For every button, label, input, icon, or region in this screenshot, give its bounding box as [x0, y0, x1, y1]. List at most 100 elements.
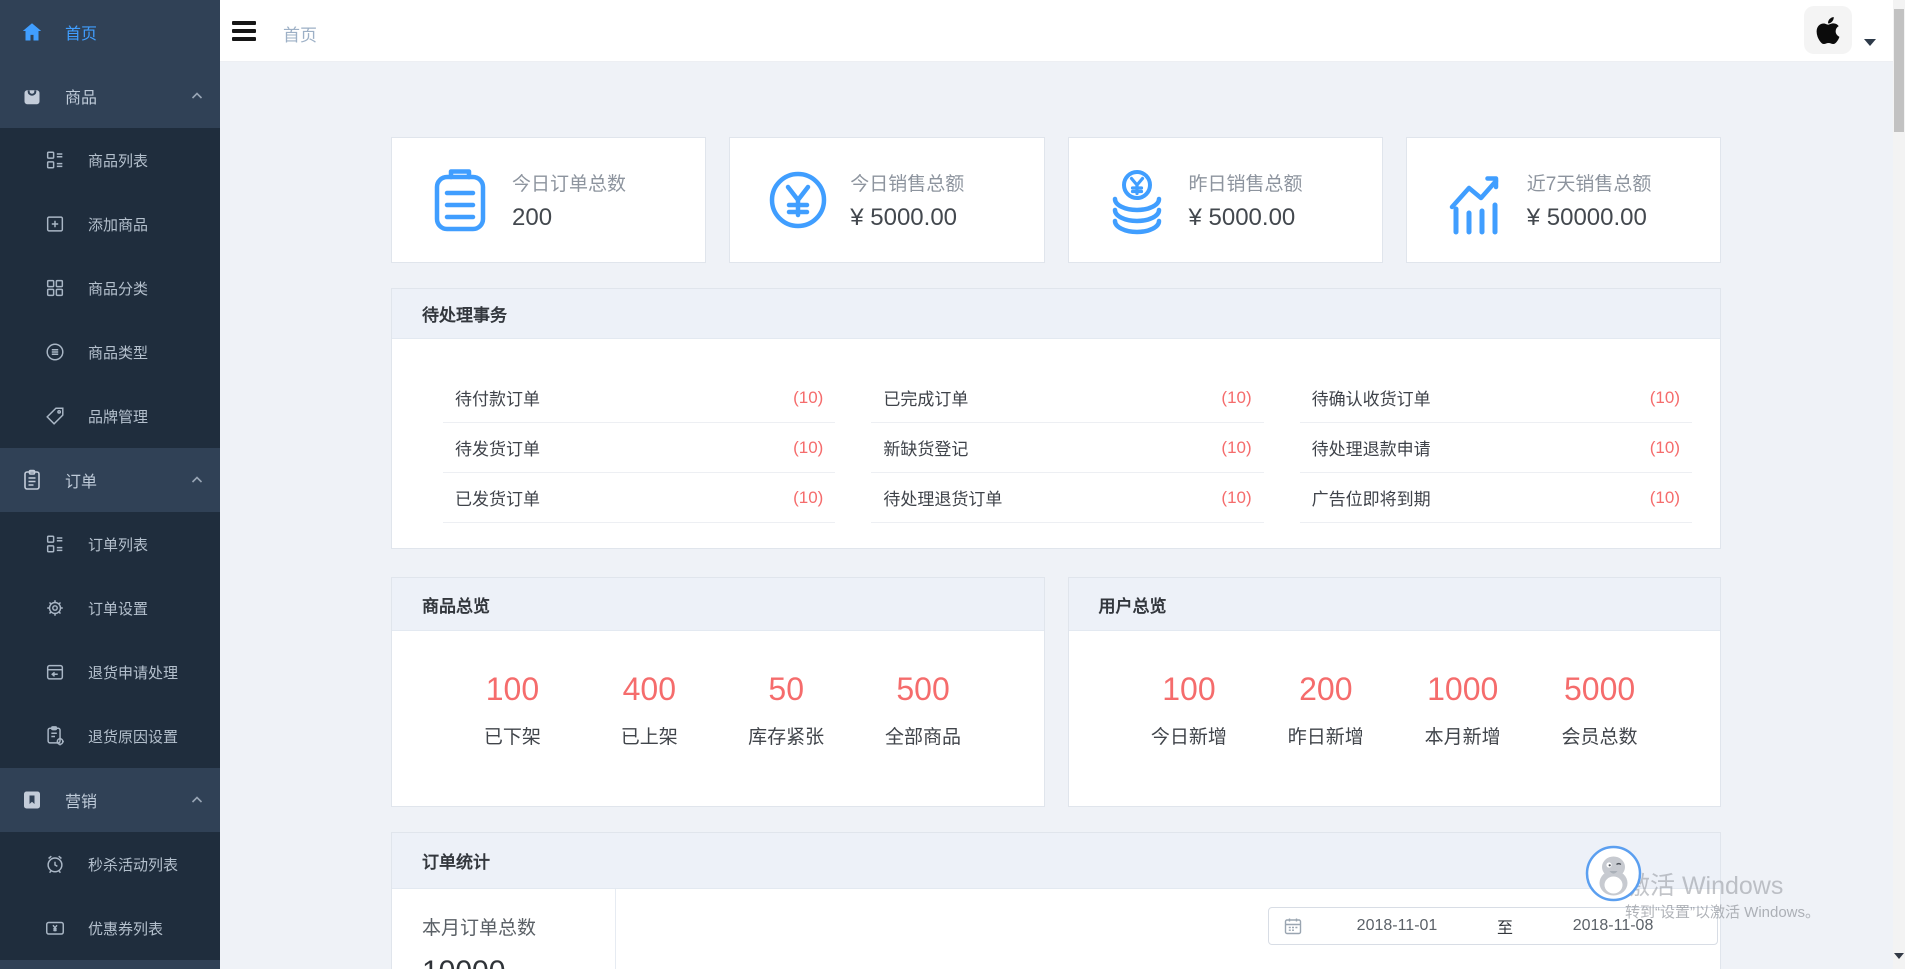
- sidebar-item-home[interactable]: 首页: [0, 0, 220, 64]
- scrollbar-track[interactable]: [1893, 0, 1905, 969]
- breadcrumb[interactable]: 首页: [283, 21, 317, 46]
- stat-cards-row: 今日订单总数 200 今日销售总额 ¥ 5000.00: [391, 137, 1721, 263]
- order-count-icon: [428, 164, 492, 236]
- overview-stat-value: 400: [581, 671, 718, 708]
- stat-card-value: ¥ 5000.00: [1189, 204, 1303, 232]
- order-icon: [20, 468, 44, 492]
- overview-stat[interactable]: 50 库存紧张: [718, 671, 855, 749]
- sidebar-section-label: 商品: [65, 84, 97, 108]
- add-product-icon: [44, 213, 66, 235]
- sidebar-item-label: 添加商品: [88, 214, 148, 235]
- avatar[interactable]: [1804, 6, 1852, 54]
- qq-helper-icon[interactable]: [1585, 845, 1642, 902]
- overview-stat-value: 200: [1257, 671, 1394, 708]
- stat-card-value: ¥ 50000.00: [1527, 204, 1652, 232]
- week-sales-icon: [1443, 164, 1507, 236]
- pending-item-label: 广告位即将到期: [1312, 485, 1431, 510]
- date-start-input[interactable]: 2018-11-01: [1303, 917, 1491, 935]
- stat-card-yesterday-sales: 昨日销售总额 ¥ 5000.00: [1068, 137, 1383, 263]
- overview-stat[interactable]: 5000 会员总数: [1531, 671, 1668, 749]
- coupon-icon: [44, 917, 66, 939]
- overview-stat[interactable]: 100 已下架: [444, 671, 581, 749]
- pending-item[interactable]: 待发货订单 (10): [443, 423, 835, 473]
- pending-item-label: 新缺货登记: [883, 435, 968, 460]
- order-setting-icon: [44, 597, 66, 619]
- panel-title: 订单统计: [392, 833, 1720, 889]
- overview-stat-label: 昨日新增: [1257, 722, 1394, 749]
- sidebar-section-goods[interactable]: 商品: [0, 64, 220, 128]
- goods-icon: [20, 84, 44, 108]
- overview-stat[interactable]: 400 已上架: [581, 671, 718, 749]
- sidebar-item-order-setting[interactable]: 订单设置: [0, 576, 220, 640]
- pending-item-label: 待发货订单: [455, 435, 540, 460]
- chevron-up-icon: [190, 473, 204, 487]
- overview-stat-label: 已下架: [444, 722, 581, 749]
- stat-card-order-count: 今日订单总数 200: [391, 137, 706, 263]
- pending-item-count: (10): [1650, 488, 1680, 508]
- panel-title: 待处理事务: [392, 289, 1720, 339]
- overview-stat[interactable]: 1000 本月新增: [1394, 671, 1531, 749]
- metric-label: 本月订单总数: [422, 913, 615, 940]
- sidebar-item-product-list[interactable]: 商品列表: [0, 128, 220, 192]
- panel-title: 用户总览: [1069, 578, 1721, 631]
- scrollbar-thumb[interactable]: [1894, 9, 1904, 132]
- sidebar-section-marketing[interactable]: 营销: [0, 768, 220, 832]
- product-list-icon: [44, 149, 66, 171]
- overview-stat-label: 全部商品: [855, 722, 992, 749]
- pending-item[interactable]: 新缺货登记 (10): [871, 423, 1263, 473]
- pending-tasks-panel: 待处理事务 待付款订单 (10) 已完成订单 (10) 待确认收货订单 (10): [391, 288, 1721, 549]
- sidebar-item-add-product[interactable]: 添加商品: [0, 192, 220, 256]
- pending-item[interactable]: 已完成订单 (10): [871, 373, 1263, 423]
- product-overview-panel: 商品总览 100 已下架 400 已上架 50 库存紧张: [391, 577, 1045, 807]
- sidebar-item-coupon-list[interactable]: 优惠券列表: [0, 896, 220, 960]
- hamburger-menu-icon[interactable]: [232, 21, 256, 41]
- sidebar-item-return-apply[interactable]: 退货申请处理: [0, 640, 220, 704]
- sidebar-item-brand-manage[interactable]: 品牌管理: [0, 384, 220, 448]
- main-content: 今日订单总数 200 今日销售总额 ¥ 5000.00: [220, 62, 1905, 969]
- stat-card-value: 200: [512, 204, 626, 232]
- order-stats-panel: 订单统计 本月订单总数 10000 2018-11-01: [391, 832, 1721, 969]
- pending-item-count: (10): [1650, 388, 1680, 408]
- overview-stat[interactable]: 100 今日新增: [1121, 671, 1258, 749]
- pending-item[interactable]: 广告位即将到期 (10): [1300, 473, 1692, 523]
- sidebar-item-return-reason[interactable]: 退货原因设置: [0, 704, 220, 768]
- pending-item-label: 已完成订单: [883, 385, 968, 410]
- scroll-down-caret-icon[interactable]: [1894, 953, 1904, 964]
- overview-stat-label: 已上架: [581, 722, 718, 749]
- pending-item[interactable]: 待处理退货订单 (10): [871, 473, 1263, 523]
- overview-stat-value: 500: [855, 671, 992, 708]
- sidebar-item-label: 订单列表: [88, 534, 148, 555]
- pending-item-count: (10): [1650, 438, 1680, 458]
- pending-item-label: 已发货订单: [455, 485, 540, 510]
- yesterday-sales-icon: [1105, 164, 1169, 236]
- overview-stat-value: 50: [718, 671, 855, 708]
- stat-card-today-sales: 今日销售总额 ¥ 5000.00: [729, 137, 1044, 263]
- pending-item[interactable]: 待处理退款申请 (10): [1300, 423, 1692, 473]
- sidebar-item-flash-sale-list[interactable]: 秒杀活动列表: [0, 832, 220, 896]
- pending-item-label: 待付款订单: [455, 385, 540, 410]
- sidebar-item-product-category[interactable]: 商品分类: [0, 256, 220, 320]
- pending-item[interactable]: 已发货订单 (10): [443, 473, 835, 523]
- sidebar-item-label: 商品列表: [88, 150, 148, 171]
- stat-card-label: 昨日销售总额: [1189, 169, 1303, 196]
- app-screen: 首页 商品 商品列表 添加商品 商品分类: [0, 0, 1905, 969]
- sidebar-item-label: 订单设置: [88, 598, 148, 619]
- overview-row: 商品总览 100 已下架 400 已上架 50 库存紧张: [391, 577, 1721, 807]
- sidebar-section-orders[interactable]: 订单: [0, 448, 220, 512]
- marketing-icon: [20, 788, 44, 812]
- overview-stat-value: 100: [1121, 671, 1258, 708]
- avatar-dropdown-caret-icon[interactable]: [1864, 39, 1876, 52]
- stat-card-label: 近7天销售总额: [1527, 169, 1652, 196]
- stat-card-label: 今日订单总数: [512, 169, 626, 196]
- product-type-icon: [44, 341, 66, 363]
- pending-grid: 待付款订单 (10) 已完成订单 (10) 待确认收货订单 (10) 待发货订单…: [392, 339, 1720, 548]
- date-range-area: 2018-11-01 至 2018-11-08: [616, 889, 1720, 969]
- overview-stat[interactable]: 200 昨日新增: [1257, 671, 1394, 749]
- pending-item[interactable]: 待确认收货订单 (10): [1300, 373, 1692, 423]
- sidebar-item-product-type[interactable]: 商品类型: [0, 320, 220, 384]
- order-stats-body: 本月订单总数 10000 2018-11-01 至 2018-11-08: [392, 889, 1720, 969]
- sidebar-item-order-list[interactable]: 订单列表: [0, 512, 220, 576]
- pending-item-label: 待处理退货订单: [883, 485, 1002, 510]
- overview-stat[interactable]: 500 全部商品: [855, 671, 992, 749]
- pending-item[interactable]: 待付款订单 (10): [443, 373, 835, 423]
